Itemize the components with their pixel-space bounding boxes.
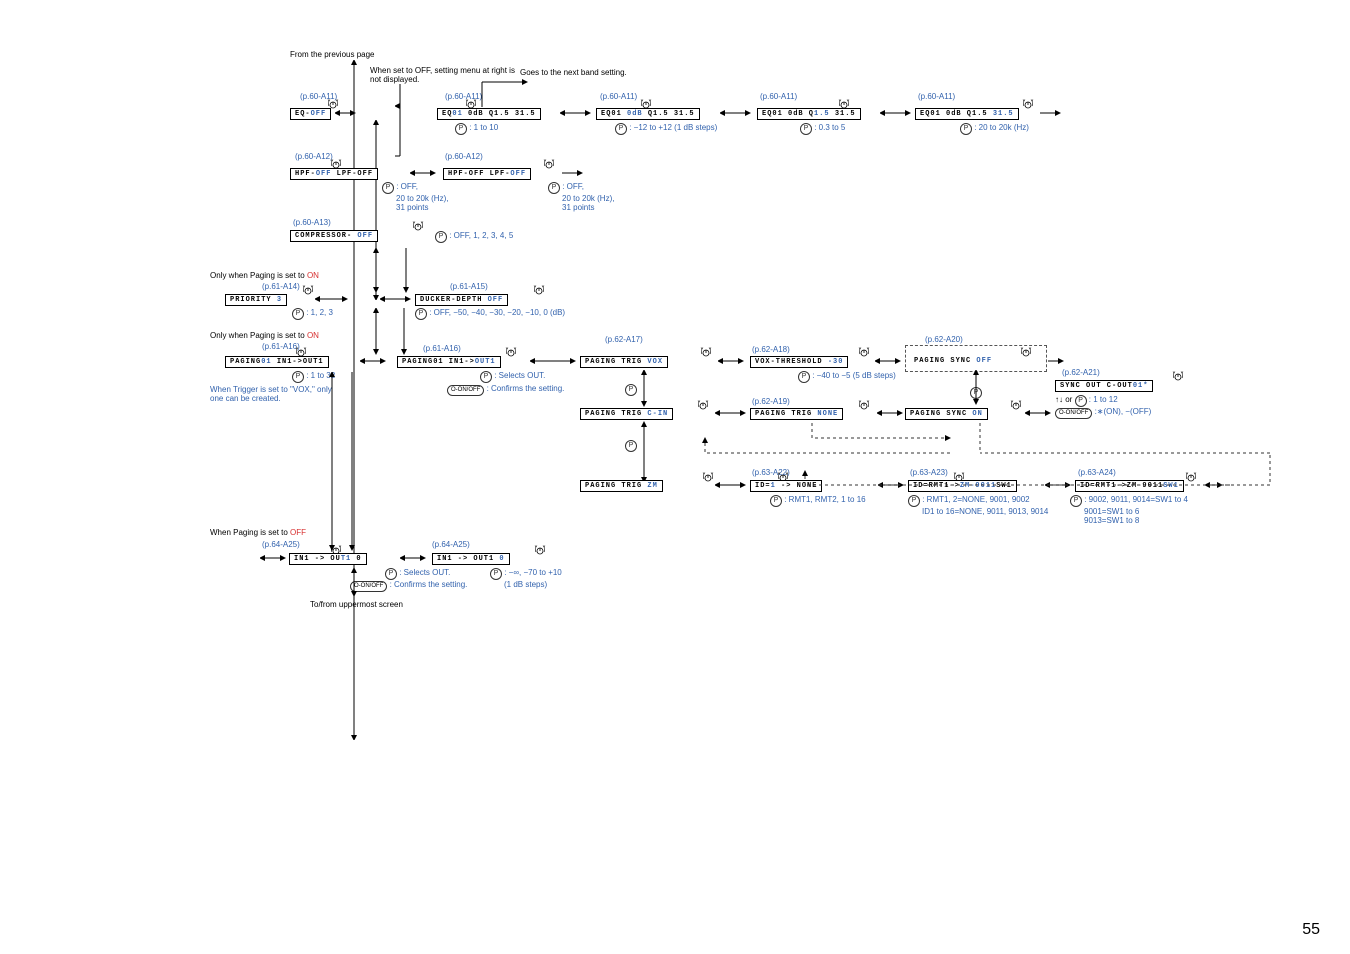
ref-out2: (p.64-A25) xyxy=(432,540,470,549)
eq-box-2: EQ01 0dB Q1.5 31.5 xyxy=(437,108,541,120)
knob-icon xyxy=(302,284,314,297)
knob-icon xyxy=(858,399,870,412)
p-a22: P : RMT1, RMT2, 1 to 16 xyxy=(770,495,866,507)
ref-a20: (p.62-A20) xyxy=(925,335,963,344)
ref-eq4: (p.60-A11) xyxy=(760,92,797,101)
ref-hpf1: (p.60-A12) xyxy=(295,152,333,161)
priority-note: Only when Paging is set to ON xyxy=(210,271,319,280)
p-circle-a17a: P xyxy=(625,384,637,396)
ref-a16b: (p.61-A16) xyxy=(423,344,461,353)
from-previous-label: From the previous page xyxy=(290,50,375,59)
p-out3: P : −∞, −70 to +10(1 dB steps) xyxy=(490,568,562,589)
goes-next: Goes to the next band setting. xyxy=(520,68,627,77)
ref-comp: (p.60-A13) xyxy=(293,218,331,227)
knob-icon xyxy=(697,399,709,412)
p-duck: P : OFF, −50, −40, −30, −20, −10, 0 (dB) xyxy=(415,308,565,320)
knob-icon xyxy=(1022,98,1034,111)
pag-note: Only when Paging is set to ON xyxy=(210,331,319,340)
p-hpf1: P : OFF, 20 to 20k (Hz), 31 points xyxy=(382,182,448,212)
eq-box-5: EQ01 0dB Q1.5 31.5 xyxy=(915,108,1019,120)
knob-icon xyxy=(700,346,712,359)
p-a16b-b: O-ON/OFF : Confirms the setting. xyxy=(447,384,564,396)
knob-icon xyxy=(505,346,517,359)
p-eq3: P : −12 to +12 (1 dB steps) xyxy=(615,123,717,135)
p-a18: P : −40 to −5 (5 dB steps) xyxy=(798,371,896,383)
a21-box: SYNC OUT C-OUT01* xyxy=(1055,380,1153,392)
ref-a17: (p.62-A17) xyxy=(605,335,643,344)
p-a23: P : RMT1, 2=NONE, 9001, 9002ID1 to 16=NO… xyxy=(908,495,1048,516)
trigger-note: When Trigger is set to "VOX," only one c… xyxy=(210,385,340,403)
ref-out: (p.64-A25) xyxy=(262,540,300,549)
a22-box: PAGING TRIG ZM xyxy=(580,480,663,492)
prio-box: PRIORITY 3 xyxy=(225,294,287,306)
hpf-box-2: HPF-OFF LPF-OFF xyxy=(443,168,531,180)
knob-icon xyxy=(1010,399,1022,412)
p-eq5: P : 20 to 20k (Hz) xyxy=(960,123,1029,135)
p-eq2: P : 1 to 10 xyxy=(455,123,498,135)
ref-eq5: (p.60-A11) xyxy=(918,92,955,101)
ref-prio: (p.61-A14) xyxy=(262,282,300,291)
ref-a19: (p.62-A19) xyxy=(752,397,790,406)
ref-hpf2: (p.60-A12) xyxy=(445,152,483,161)
to-from: To/from uppermost screen xyxy=(310,600,403,609)
a19-box: PAGING TRIG C-IN xyxy=(580,408,673,420)
knob-icon xyxy=(1172,370,1184,383)
a19c-box: PAGING TRIG NONE xyxy=(750,408,843,420)
p-hpf2: P : OFF, 20 to 20k (Hz), 31 points xyxy=(548,182,614,212)
hpf-box-1: HPF-OFF LPF-OFF xyxy=(290,168,378,180)
p-a16b-a: P : Selects OUT. xyxy=(480,371,545,383)
p-prio: P : 1, 2, 3 xyxy=(292,308,333,320)
p-eq4: P : 0.3 to 5 xyxy=(800,123,845,135)
a20-box: PAGING SYNC OFF xyxy=(910,356,996,366)
ref-duck: (p.61-A15) xyxy=(450,282,488,291)
eq-box-1: EQ-OFF xyxy=(290,108,331,120)
a16b-box: PAGING01 IN1->OUT1 xyxy=(397,356,501,368)
a18-box: VOX-THRESHOLD -30 xyxy=(750,356,848,368)
out-box-2: IN1 -> OUT1 0 xyxy=(432,553,510,565)
ref-eq3: (p.60-A11) xyxy=(600,92,637,101)
out-note: When Paging is set to OFF xyxy=(210,528,306,537)
p-comp: P : OFF, 1, 2, 3, 4, 5 xyxy=(435,231,513,243)
a17-box: PAGING TRIG VOX xyxy=(580,356,668,368)
p-a21: ↑↓ or P : 1 to 12 O-ON/OFF :∗(ON), −(OFF… xyxy=(1055,395,1151,419)
a16-box: PAGING01 IN1->OUT1 xyxy=(225,356,329,368)
knob-icon xyxy=(533,284,545,297)
p-circle-a17b: P xyxy=(625,440,637,452)
p-a24: P : 9002, 9011, 9014=SW1 to 49001=SW1 to… xyxy=(1070,495,1188,525)
out-box-1: IN1 -> OUT1 0 xyxy=(289,553,367,565)
duck-box: DUCKER-DEPTH OFF xyxy=(415,294,508,306)
knob-icon xyxy=(858,346,870,359)
page-number: 55 xyxy=(1302,921,1320,939)
a20b-box: PAGING SYNC ON xyxy=(905,408,988,420)
p-out2: O-ON/OFF : Confirms the setting. xyxy=(350,580,467,592)
p-out1: P : Selects OUT. xyxy=(385,568,450,580)
knob-icon xyxy=(534,544,546,557)
knob-icon xyxy=(412,220,424,233)
knob-icon xyxy=(1020,346,1032,359)
eq-box-3: EQ01 0dB Q1.5 31.5 xyxy=(596,108,700,120)
ref-a18: (p.62-A18) xyxy=(752,345,790,354)
eq-box-4: EQ01 0dB Q1.5 31.5 xyxy=(757,108,861,120)
comp-box: COMPRESSOR- OFF xyxy=(290,230,378,242)
knob-icon xyxy=(543,158,555,171)
